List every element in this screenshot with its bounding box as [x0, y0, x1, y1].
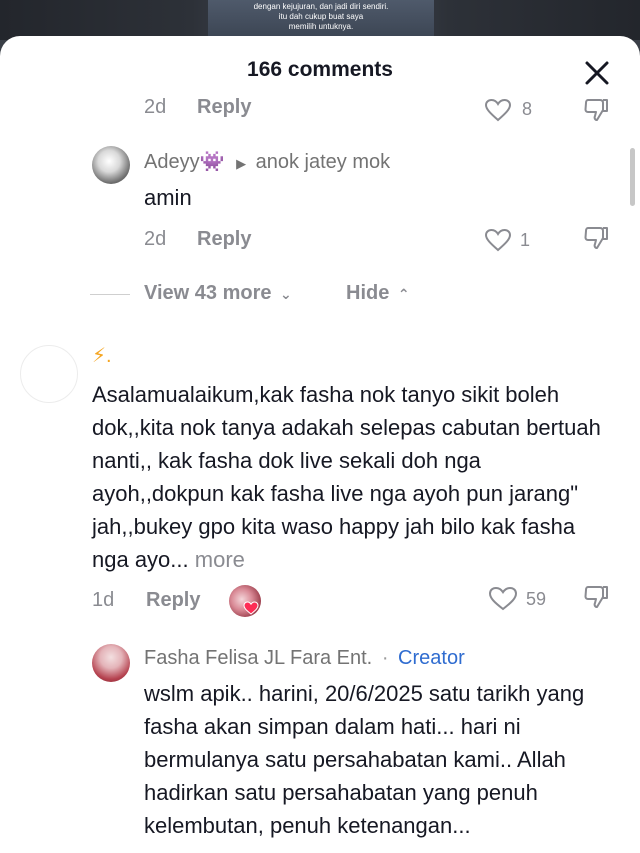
- like-count: 8: [522, 99, 533, 119]
- hide-replies-button[interactable]: Hide ⌃: [346, 282, 410, 305]
- creator-liked-avatar: [229, 585, 261, 617]
- separator: ·: [381, 647, 389, 669]
- avatar[interactable]: [92, 146, 130, 184]
- comments-sheet: 166 comments 2d Reply 8 Adeyy👾 ▶ anok ja…: [0, 36, 640, 853]
- comment-age: 2d: [144, 228, 167, 250]
- chevron-down-icon: ⌄: [280, 286, 292, 302]
- dislike-icon[interactable]: [582, 96, 610, 124]
- creator-badge: Creator: [398, 647, 465, 669]
- view-more-replies-button[interactable]: View 43 more ⌄: [144, 282, 292, 305]
- username[interactable]: Fasha Felisa JL Fara Ent.: [144, 647, 372, 669]
- like-count: 1: [520, 230, 531, 250]
- dislike-icon[interactable]: [582, 583, 610, 611]
- reply-to-arrow-icon: ▶: [236, 156, 247, 171]
- comment-age: 1d: [92, 589, 115, 611]
- see-more-link[interactable]: more: [195, 547, 245, 572]
- avatar[interactable]: [92, 644, 130, 682]
- hide-label: Hide: [346, 282, 390, 304]
- dislike-icon[interactable]: [582, 224, 610, 252]
- comment-text: wslm apik.. harini, 20/6/2025 satu tarik…: [144, 681, 585, 838]
- video-caption: dengan kejujuran, dan jadi diri sendiri.…: [253, 2, 389, 31]
- heart-icon: [243, 601, 259, 615]
- view-more-label: View 43 more: [144, 282, 272, 304]
- reply-to-username[interactable]: anok jatey mok: [256, 151, 391, 173]
- heart-icon[interactable]: [484, 98, 512, 122]
- reply-button[interactable]: Reply: [197, 228, 251, 251]
- thread-divider: [90, 294, 130, 295]
- comment-age: 2d: [144, 96, 167, 118]
- username[interactable]: ⚡.: [92, 343, 112, 368]
- like-count: 59: [526, 589, 547, 609]
- comments-header: 166 comments: [0, 36, 640, 102]
- comment-text: Asalamualaikum,kak fasha nok tanyo sikit…: [92, 382, 601, 572]
- avatar[interactable]: [20, 345, 78, 403]
- username[interactable]: Adeyy👾: [144, 151, 225, 173]
- close-button[interactable]: [580, 56, 614, 90]
- heart-icon[interactable]: [484, 227, 512, 253]
- comment-text: amin: [144, 185, 192, 210]
- close-icon: [585, 61, 609, 85]
- comments-count-title: 166 comments: [247, 58, 393, 81]
- reply-button[interactable]: Reply: [197, 96, 251, 119]
- reply-button[interactable]: Reply: [146, 589, 200, 612]
- chevron-up-icon: ⌃: [397, 286, 410, 302]
- scrollbar[interactable]: [630, 148, 635, 206]
- heart-icon[interactable]: [488, 585, 518, 612]
